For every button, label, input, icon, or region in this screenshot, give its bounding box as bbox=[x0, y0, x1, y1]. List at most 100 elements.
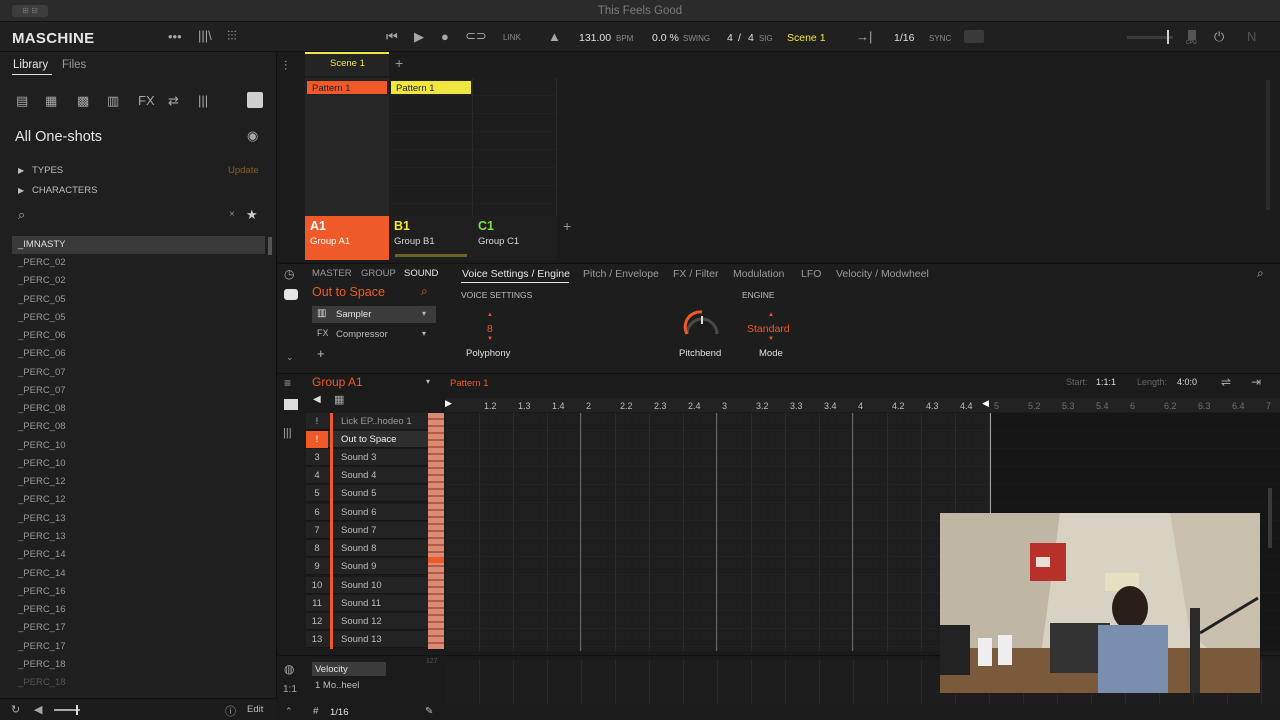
info-icon[interactable]: ⓘ bbox=[225, 703, 236, 719]
sound-row-selected[interactable]: ! Out to Space bbox=[306, 431, 428, 448]
pattern-clip[interactable]: Pattern 1 bbox=[306, 80, 388, 95]
pattern-scrollbar[interactable] bbox=[1268, 488, 1272, 548]
plugin-icon[interactable] bbox=[284, 289, 298, 300]
list-item[interactable]: _PERC_02 bbox=[12, 272, 265, 290]
keyboard-strip[interactable] bbox=[428, 413, 444, 649]
polyphony-value[interactable]: 8 bbox=[487, 323, 493, 335]
add-group-icon[interactable]: + bbox=[563, 218, 571, 234]
sound-row[interactable]: 4 Sound 4 bbox=[306, 467, 428, 484]
filter-types[interactable]: TYPES bbox=[32, 165, 63, 176]
group-speaker-icon[interactable]: ◀ bbox=[313, 394, 321, 405]
arranger-toggle-icon[interactable]: ⫶ bbox=[284, 58, 287, 74]
list-item[interactable]: _PERC_10 bbox=[12, 455, 265, 473]
pattern-clip[interactable]: Pattern 1 bbox=[390, 80, 472, 95]
project-icon[interactable]: ▤ bbox=[16, 93, 28, 109]
keyboard-icon[interactable] bbox=[964, 30, 984, 43]
step-grid-value[interactable]: 1/16 bbox=[330, 707, 349, 718]
pad-view-icon[interactable]: ▦ bbox=[334, 393, 344, 406]
loop-start-marker-icon[interactable]: ▶ bbox=[445, 398, 452, 409]
grid-value[interactable]: 1/16 bbox=[894, 32, 914, 44]
plugin-slot-sampler[interactable] bbox=[312, 306, 436, 323]
pitchbend-knob[interactable] bbox=[681, 308, 723, 340]
tab-voice-settings[interactable]: Voice Settings / Engine bbox=[462, 268, 570, 280]
tab-sound[interactable]: SOUND bbox=[404, 268, 438, 279]
browser-icon[interactable]: |||\ bbox=[198, 28, 212, 43]
sound-name[interactable]: Out to Space bbox=[312, 285, 385, 299]
list-item[interactable]: _PERC_17 bbox=[12, 619, 265, 637]
favorites-star-icon[interactable]: ★ bbox=[246, 207, 258, 223]
metronome-icon[interactable]: ▲ bbox=[548, 29, 561, 44]
quantize-icon[interactable]: ⇌ bbox=[1221, 375, 1231, 389]
characters-chevron-icon[interactable]: ▶ bbox=[18, 186, 24, 195]
list-item[interactable]: _PERC_13 bbox=[12, 510, 265, 528]
mode-up-icon[interactable]: ▲ bbox=[768, 312, 774, 318]
list-item[interactable]: _PERC_16 bbox=[12, 583, 265, 601]
list-item[interactable]: _PERC_06 bbox=[12, 327, 265, 345]
list-view-icon[interactable] bbox=[284, 399, 298, 410]
swing-value[interactable]: 0.0 % bbox=[652, 32, 679, 44]
loop-end-marker-icon[interactable]: ◀ bbox=[982, 398, 989, 409]
polyphony-up-icon[interactable]: ▲ bbox=[487, 312, 493, 318]
sound-row[interactable]: ! Lick EP..hodeo 1 bbox=[306, 413, 428, 430]
list-item[interactable]: _IMNASTY bbox=[12, 236, 265, 254]
tab-velocity-modwheel[interactable]: Velocity / Modwheel bbox=[836, 268, 929, 280]
menu-dots-icon[interactable]: ••• bbox=[168, 29, 182, 44]
list-item[interactable]: _PERC_18 bbox=[12, 656, 265, 674]
tab-master[interactable]: MASTER bbox=[312, 268, 352, 279]
clock-icon[interactable]: ◷ bbox=[284, 267, 294, 281]
list-item[interactable]: _PERC_07 bbox=[12, 364, 265, 382]
pencil-icon[interactable]: ✎ bbox=[425, 706, 433, 717]
list-item[interactable]: _PERC_12 bbox=[12, 491, 265, 509]
sound-row[interactable]: 7 Sound 7 bbox=[306, 522, 428, 539]
tempo-value[interactable]: 131.00 bbox=[579, 32, 611, 44]
waveform-icon[interactable]: ||| bbox=[283, 427, 292, 439]
play-icon[interactable]: ▶ bbox=[414, 29, 424, 45]
link-label[interactable]: LINK bbox=[503, 33, 521, 42]
record-icon[interactable]: ● bbox=[441, 29, 449, 44]
prehear-volume-handle[interactable] bbox=[76, 705, 78, 715]
mode-down-icon[interactable]: ▼ bbox=[768, 336, 774, 342]
module-search-icon[interactable]: ⌕ bbox=[1257, 266, 1264, 281]
group-selector[interactable]: Group A1 bbox=[312, 375, 363, 389]
search-input[interactable] bbox=[34, 206, 224, 222]
zoom-icon[interactable]: ⇥ bbox=[1251, 375, 1261, 389]
modwheel-label[interactable]: 1 Mo..heel bbox=[315, 680, 359, 691]
sound-row[interactable]: 13 Sound 13 bbox=[306, 631, 428, 648]
one-shot-icon[interactable]: ||| bbox=[198, 93, 208, 108]
list-item[interactable]: _PERC_16 bbox=[12, 601, 265, 619]
group-menu-icon[interactable]: ▾ bbox=[426, 377, 430, 386]
group-tile-c1[interactable]: C1 Group C1 bbox=[473, 216, 557, 260]
mixer-icon[interactable]: ⫶⫶⫶ bbox=[227, 28, 237, 44]
list-item[interactable]: _PERC_02 bbox=[12, 254, 265, 272]
filter-characters[interactable]: CHARACTERS bbox=[32, 185, 97, 196]
sound-row[interactable]: 6 Sound 6 bbox=[306, 504, 428, 521]
signature-denominator[interactable]: 4 bbox=[748, 32, 754, 44]
sync-label[interactable]: SYNC bbox=[929, 34, 951, 43]
list-item[interactable]: _PERC_08 bbox=[12, 400, 265, 418]
list-item[interactable]: _PERC_13 bbox=[12, 528, 265, 546]
tab-lfo[interactable]: LFO bbox=[801, 268, 821, 280]
tab-pitch-envelope[interactable]: Pitch / Envelope bbox=[583, 268, 659, 280]
list-item[interactable]: _PERC_10 bbox=[12, 437, 265, 455]
collapse-up-icon[interactable]: ⌃ bbox=[285, 706, 293, 717]
length-value[interactable]: 4:0:0 bbox=[1177, 377, 1197, 387]
user-content-icon[interactable] bbox=[247, 92, 263, 108]
sound-row[interactable]: 12 Sound 12 bbox=[306, 613, 428, 630]
refresh-icon[interactable]: ↻ bbox=[11, 703, 20, 716]
loop-icon[interactable]: ⊂⊃ bbox=[465, 28, 487, 44]
update-button[interactable]: Update bbox=[228, 165, 259, 176]
add-plugin-icon[interactable]: + bbox=[317, 346, 325, 361]
tab-group[interactable]: GROUP bbox=[361, 268, 396, 279]
loop-browser-icon[interactable]: ⇄ bbox=[168, 93, 179, 109]
sound-row[interactable]: 8 Sound 8 bbox=[306, 540, 428, 557]
speaker-icon[interactable]: ◀ bbox=[34, 703, 42, 716]
start-value[interactable]: 1:1:1 bbox=[1096, 377, 1116, 387]
ratio-icon[interactable]: 1:1 bbox=[283, 684, 297, 695]
sound-row[interactable]: 10 Sound 10 bbox=[306, 577, 428, 594]
effect-icon[interactable]: FX bbox=[138, 93, 155, 108]
follow-icon[interactable]: →| bbox=[856, 29, 872, 44]
rewind-icon[interactable]: ⏮ bbox=[386, 29, 398, 45]
tab-library[interactable]: Library bbox=[13, 59, 48, 71]
list-item[interactable]: _PERC_06 bbox=[12, 345, 265, 363]
power-icon[interactable]: ⏻ bbox=[1214, 29, 1224, 45]
